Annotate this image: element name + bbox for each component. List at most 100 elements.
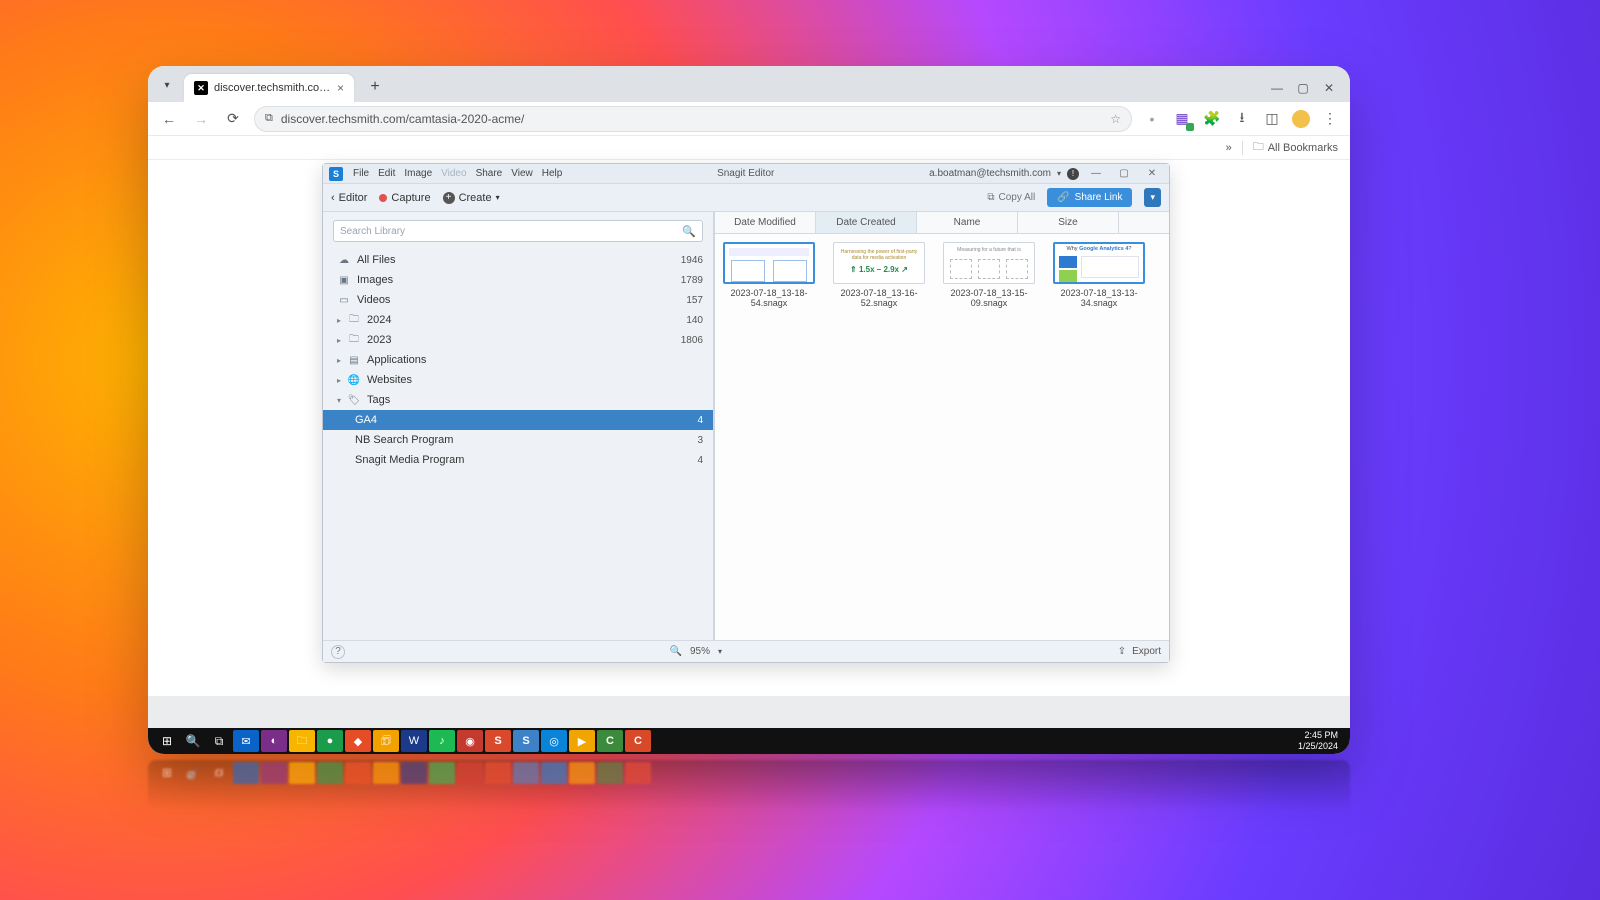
bookmark-star-icon[interactable]: ☆	[1110, 112, 1121, 126]
tree-tags[interactable]: ▾ 🏷 Tags	[323, 390, 713, 410]
tree-applications[interactable]: ▸ ▤ Applications	[323, 350, 713, 370]
window-maximize-icon[interactable]: ▢	[1290, 74, 1316, 102]
taskbar-app-notes[interactable]: 🗊	[373, 730, 399, 752]
chrome-menu-icon[interactable]: ⋮	[1320, 109, 1340, 129]
sidepanel-icon[interactable]: ◫	[1262, 109, 1282, 129]
downloads-icon[interactable]: ⭳	[1232, 109, 1252, 129]
taskbar-app-chrome[interactable]: ◉	[457, 730, 483, 752]
tree-tag-snagit-media[interactable]: Snagit Media Program 4	[323, 450, 713, 470]
library-tree: ☁ All Files 1946 ▣ Images 1789 ▭ Videos	[323, 250, 713, 640]
tree-websites[interactable]: ▸ 🌐 Websites	[323, 370, 713, 390]
snagit-title: Snagit Editor	[562, 168, 929, 179]
tab-search-caret[interactable]: ▾	[156, 74, 178, 96]
export-button[interactable]: Export	[1132, 646, 1161, 657]
site-info-icon[interactable]: ⧉	[265, 112, 273, 125]
taskbar-app-camtasia2[interactable]: C	[625, 730, 651, 752]
sort-date-modified[interactable]: Date Modified	[715, 212, 816, 233]
start-button[interactable]: ⊞	[154, 728, 180, 754]
window-close-icon[interactable]: ✕	[1316, 74, 1342, 102]
snagit-maximize-icon[interactable]: ▢	[1113, 168, 1135, 179]
taskbar-search-icon[interactable]: 🔍	[180, 728, 206, 754]
capture-button[interactable]: Capture	[379, 192, 430, 204]
sort-name[interactable]: Name	[917, 212, 1018, 233]
editor-back-button[interactable]: ‹ Editor	[331, 192, 367, 204]
taskbar-app-snagit2[interactable]: S	[513, 730, 539, 752]
export-icon: ⇪	[1118, 646, 1126, 657]
menu-share[interactable]: Share	[476, 168, 503, 179]
zoom-label[interactable]: 95%	[690, 646, 710, 657]
all-bookmarks-button[interactable]: 🗀 All Bookmarks	[1253, 138, 1338, 157]
snagit-logo-icon: S	[329, 167, 343, 181]
tree-videos[interactable]: ▭ Videos 157	[323, 290, 713, 310]
taskbar-app-spotify[interactable]: ♪	[429, 730, 455, 752]
menu-help[interactable]: Help	[542, 168, 563, 179]
browser-tab[interactable]: ✕ discover.techsmith.com/camta… ×	[184, 74, 354, 102]
taskbar-app-firefox[interactable]: ◐	[261, 730, 287, 752]
tree-tag-nb-search[interactable]: NB Search Program 3	[323, 430, 713, 450]
help-icon[interactable]: ?	[331, 645, 345, 659]
tree-tag-ga4[interactable]: GA4 4	[323, 410, 713, 430]
menu-view[interactable]: View	[511, 168, 533, 179]
tree-all-files[interactable]: ☁ All Files 1946	[323, 250, 713, 270]
sort-date-created[interactable]: Date Created	[816, 212, 917, 233]
snagit-titlebar: S File Edit Image Video Share View Help …	[323, 164, 1169, 184]
chevron-left-icon: ‹	[331, 192, 335, 204]
omnibox[interactable]: ⧉ discover.techsmith.com/camtasia-2020-a…	[254, 106, 1132, 132]
snagit-close-icon[interactable]: ✕	[1141, 168, 1163, 179]
close-tab-icon[interactable]: ×	[337, 81, 344, 95]
window-minimize-icon[interactable]: —	[1264, 74, 1290, 102]
library-item[interactable]: Harnessing the power of first-partydata …	[833, 242, 925, 308]
menu-edit[interactable]: Edit	[378, 168, 395, 179]
taskbar-app-camtasia1[interactable]: C	[597, 730, 623, 752]
taskbar-app-yellow[interactable]: ▶	[569, 730, 595, 752]
editor-back-label: Editor	[339, 192, 368, 204]
zoom-caret-icon[interactable]: ▾	[718, 647, 722, 656]
clock-date: 1/25/2024	[1298, 741, 1338, 752]
profile-avatar-icon[interactable]	[1292, 110, 1310, 128]
menu-file[interactable]: File	[353, 168, 369, 179]
search-input[interactable]: Search Library 🔍	[333, 220, 703, 242]
taskbar-app-explorer[interactable]: 🗀	[289, 730, 315, 752]
tree-2023[interactable]: ▸ 🗀 2023 1806	[323, 330, 713, 350]
snagit-notify-icon[interactable]: !	[1067, 168, 1079, 180]
taskbar-app-outlook[interactable]: ✉	[233, 730, 259, 752]
nav-reload-icon[interactable]: ⟳	[222, 110, 244, 127]
new-tab-button[interactable]: +	[362, 74, 388, 100]
extension-note-icon[interactable]: ▦	[1172, 109, 1192, 129]
library-item[interactable]: 2023-07-18_13-18-54.snagx	[723, 242, 815, 308]
menu-image[interactable]: Image	[404, 168, 432, 179]
bookmarks-overflow-icon[interactable]: »	[1226, 142, 1232, 154]
task-view-icon[interactable]: ⧉	[206, 728, 232, 754]
create-button[interactable]: Create ▾	[443, 192, 500, 204]
snagit-user-email[interactable]: a.boatman@techsmith.com	[929, 168, 1051, 179]
share-dropdown-button[interactable]: ▾	[1144, 188, 1161, 207]
nav-forward-icon[interactable]: →	[190, 111, 212, 127]
taskbar-app-snagit1[interactable]: S	[485, 730, 511, 752]
thumbnail-icon: Why Google Analytics 4?	[1053, 242, 1145, 284]
tree-2024[interactable]: ▸ 🗀 2024 140	[323, 310, 713, 330]
taskbar-app-edge[interactable]: ◎	[541, 730, 567, 752]
taskbar-app-orange[interactable]: ◆	[345, 730, 371, 752]
library-item[interactable]: Measuring for a future that is 2023-07-1…	[943, 242, 1035, 308]
library-item[interactable]: Why Google Analytics 4? 2023-07-18_13-13…	[1053, 242, 1145, 308]
page-footer-band	[148, 696, 1350, 728]
snagit-minimize-icon[interactable]: —	[1085, 168, 1107, 179]
ext-dot-icon[interactable]: •	[1142, 109, 1162, 129]
separator	[1242, 141, 1243, 155]
url-text: discover.techsmith.com/camtasia-2020-acm…	[281, 112, 524, 126]
caret-right-icon: ▸	[337, 376, 345, 385]
copy-all-button[interactable]: ⧉ Copy All	[987, 192, 1035, 203]
sort-size[interactable]: Size	[1018, 212, 1119, 233]
zoom-search-icon[interactable]: 🔍	[670, 646, 682, 657]
extensions-puzzle-icon[interactable]: 🧩	[1202, 109, 1222, 129]
sort-extra[interactable]	[1119, 212, 1169, 233]
create-caret-icon: ▾	[496, 193, 500, 202]
tree-images[interactable]: ▣ Images 1789	[323, 270, 713, 290]
nav-back-icon[interactable]: ←	[158, 111, 180, 127]
menu-video[interactable]: Video	[441, 168, 466, 179]
taskbar-clock[interactable]: 2:45 PM 1/25/2024	[1292, 730, 1344, 752]
tag-icon: 🏷	[347, 395, 361, 406]
taskbar-app-green[interactable]: ●	[317, 730, 343, 752]
share-link-button[interactable]: 🔗 Share Link	[1047, 188, 1132, 207]
taskbar-app-word[interactable]: W	[401, 730, 427, 752]
